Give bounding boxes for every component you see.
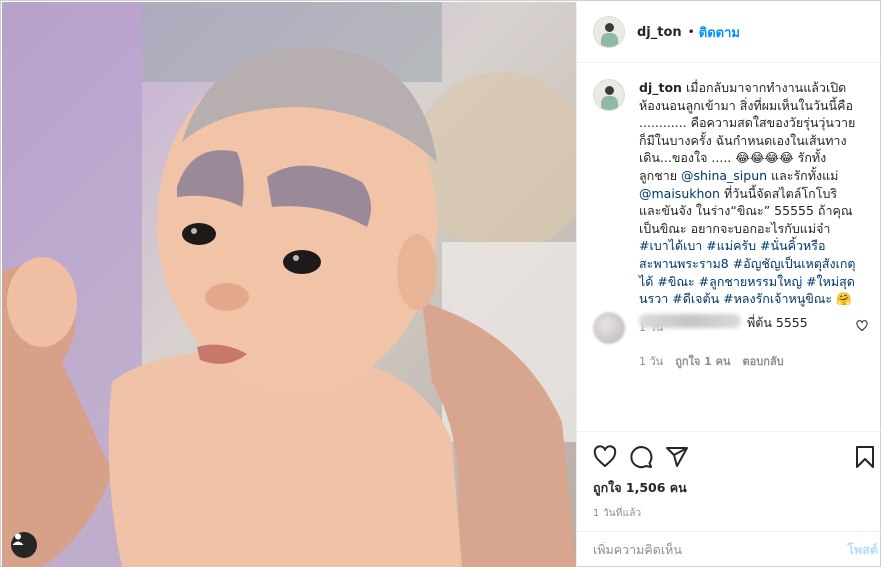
comment-likes[interactable]: ถูกใจ 1 คน [675,352,730,370]
separator-dot: • [687,25,695,39]
mention-link[interactable]: @shina_sipun [681,168,767,183]
post-actions: ถูกใจ 1,506 คน 1 วันที่แล้ว [577,431,881,531]
comment-heart-icon[interactable] [856,320,868,332]
likes-count[interactable]: ถูกใจ 1,506 คน [593,478,866,498]
bookmark-icon [856,446,874,468]
post-header: dj_ton • ติดตาม [577,2,881,63]
mention-link[interactable]: @maisukhon [639,186,720,201]
header-username[interactable]: dj_ton [637,25,682,40]
caption-username[interactable]: dj_ton [639,80,682,95]
hashtag-links[interactable]: #เบาได้เบา #แม่ครับ #นั่นคิ้วหรือสะพานพร… [639,238,856,306]
post-photo[interactable] [2,2,576,567]
post-sidebar: dj_ton • ติดตาม dj_ton เมื่อกลับมาจากทำง… [576,2,881,567]
post-comment-button[interactable]: โพสต์ [847,540,878,560]
comment-button[interactable] [629,445,653,469]
user-tag-icon [12,533,24,545]
baby-photo-illustration [2,2,576,567]
commenter-name-blurred[interactable] [639,314,741,328]
follow-button[interactable]: ติดตาม [699,22,740,43]
commenter-avatar[interactable] [593,312,625,344]
hug-emoji: 🤗 [836,291,852,307]
save-button[interactable] [854,445,876,469]
user-tags-button[interactable] [11,532,37,558]
add-comment-bar: โพสต์ [577,531,881,567]
like-button[interactable] [593,445,617,469]
comment-meta: 1 วัน ถูกใจ 1 คน ตอบกลับ [639,352,868,370]
share-button[interactable] [665,445,689,469]
comment-time[interactable]: 1 วัน [639,352,663,370]
post-modal: dj_ton • ติดตาม dj_ton เมื่อกลับมาจากทำง… [0,0,881,567]
comment-text: พี่ต้น 5555 [747,315,808,330]
share-icon [666,447,688,467]
caption: dj_ton เมื่อกลับมาจากทำงานแล้วเปิดห้องนอ… [593,79,866,308]
comment-input[interactable] [593,542,848,557]
comment-icon [630,446,653,469]
caption-avatar[interactable] [593,79,625,111]
heart-icon [593,445,617,467]
reply-button[interactable]: ตอบกลับ [743,352,784,370]
caption-body-2: และรักทั้งแม่ [767,167,839,183]
comment-item: พี่ต้น 5555 1 วัน ถูกใจ 1 คน ตอบกลับ [593,312,868,370]
post-date[interactable]: 1 วันที่แล้ว [593,506,866,521]
avatar[interactable] [593,16,625,48]
comments-area[interactable]: dj_ton เมื่อกลับมาจากทำงานแล้วเปิดห้องนอ… [577,63,881,431]
caption-text: dj_ton เมื่อกลับมาจากทำงานแล้วเปิดห้องนอ… [639,79,859,308]
